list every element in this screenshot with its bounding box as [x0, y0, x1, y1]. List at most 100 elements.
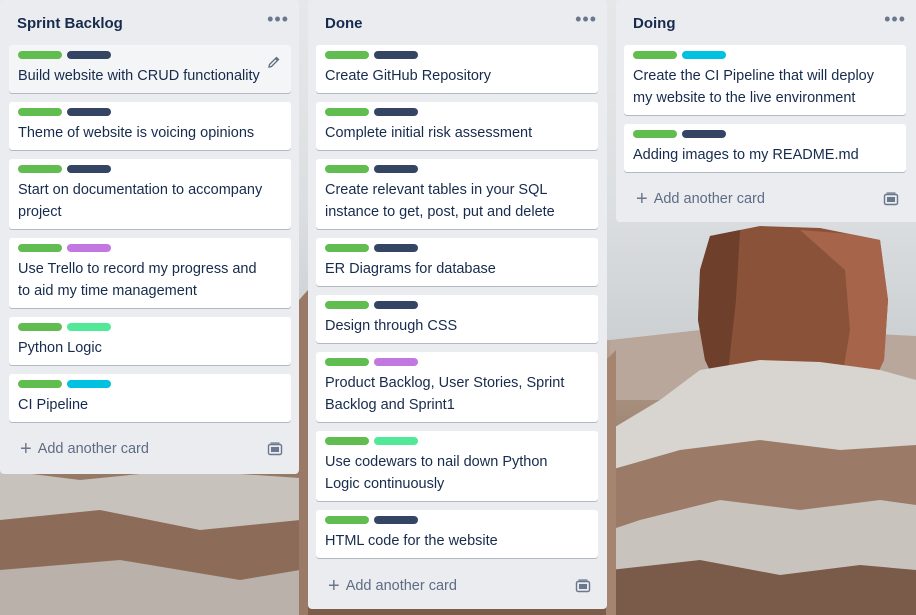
card-labels [18, 108, 283, 116]
card[interactable]: Theme of website is voicing opinions [9, 102, 291, 150]
label-green[interactable] [325, 358, 369, 366]
card[interactable]: Complete initial risk assessment [316, 102, 598, 150]
card-labels [325, 437, 590, 445]
label-mint[interactable] [374, 437, 418, 445]
list-header: Doing ••• [624, 0, 908, 46]
card-title: Build website with CRUD functionality [18, 68, 260, 84]
card[interactable]: Build website with CRUD functionality [9, 45, 291, 93]
add-card-button[interactable]: + Add another card [624, 182, 864, 216]
card[interactable]: Use Trello to record my progress and to … [9, 238, 291, 308]
card-title-line2: instance to get, post, put and delete [325, 204, 555, 220]
card-title-line2: to aid my time management [18, 283, 197, 299]
card-labels [633, 51, 898, 59]
card-labels [325, 108, 590, 116]
card-title: ER Diagrams for database [325, 261, 496, 277]
card[interactable]: Create GitHub Repository [316, 45, 598, 93]
card[interactable]: HTML code for the website [316, 510, 598, 558]
label-navy[interactable] [67, 51, 111, 59]
card[interactable]: Design through CSS [316, 295, 598, 343]
card-labels [325, 301, 590, 309]
label-green[interactable] [633, 130, 677, 138]
card[interactable]: Start on documentation to accompany proj… [9, 159, 291, 229]
card-title: CI Pipeline [18, 397, 89, 413]
list-header: Done ••• [316, 0, 599, 46]
list-done: Done ••• Create GitHub Repository Comple… [308, 0, 607, 609]
label-green[interactable] [325, 165, 369, 173]
add-card-label: Add another card [653, 191, 765, 207]
label-purple[interactable] [67, 244, 111, 252]
label-purple[interactable] [374, 358, 418, 366]
label-green[interactable] [325, 51, 369, 59]
card-template-icon[interactable] [575, 579, 591, 593]
label-green[interactable] [18, 380, 62, 388]
label-navy[interactable] [67, 108, 111, 116]
list-menu-button[interactable]: ••• [884, 10, 906, 32]
label-green[interactable] [325, 516, 369, 524]
label-green[interactable] [325, 244, 369, 252]
list-title[interactable]: Doing [633, 15, 676, 32]
label-green[interactable] [18, 323, 62, 331]
label-navy[interactable] [374, 516, 418, 524]
card[interactable]: Use codewars to nail down Python Logic c… [316, 431, 598, 501]
card-title: Create the CI Pipeline that will deploy [633, 68, 874, 84]
list-menu-button[interactable]: ••• [267, 10, 289, 32]
card-template-icon[interactable] [883, 192, 899, 206]
label-navy[interactable] [374, 51, 418, 59]
card-title: Use codewars to nail down Python [325, 454, 548, 470]
card-template-icon[interactable] [267, 442, 283, 456]
add-card-label: Add another card [37, 441, 149, 457]
card[interactable]: Product Backlog, User Stories, Sprint Ba… [316, 352, 598, 422]
list-header: Sprint Backlog ••• [8, 0, 291, 46]
card-title-line2: Backlog and Sprint1 [325, 397, 455, 413]
add-card-button[interactable]: + Add another card [8, 432, 248, 466]
add-card-button[interactable]: + Add another card [316, 569, 556, 603]
card-labels [18, 323, 283, 331]
card-labels [18, 380, 283, 388]
label-navy[interactable] [374, 244, 418, 252]
card-title: Start on documentation to accompany [18, 182, 263, 198]
card-title: Use Trello to record my progress and [18, 261, 257, 277]
card-title: Adding images to my README.md [633, 147, 859, 163]
card-labels [325, 516, 590, 524]
label-navy[interactable] [682, 130, 726, 138]
label-green[interactable] [325, 437, 369, 445]
label-green[interactable] [18, 165, 62, 173]
card-title: Create relevant tables in your SQL [325, 182, 548, 198]
label-green[interactable] [18, 108, 62, 116]
card[interactable]: ER Diagrams for database [316, 238, 598, 286]
label-sky[interactable] [67, 380, 111, 388]
card-labels [18, 165, 283, 173]
pencil-edit-icon[interactable] [267, 55, 281, 69]
label-navy[interactable] [67, 165, 111, 173]
card[interactable]: CI Pipeline [9, 374, 291, 422]
card[interactable]: Python Logic [9, 317, 291, 365]
list-doing: Doing ••• Create the CI Pipeline that wi… [616, 0, 916, 222]
card-title: Create GitHub Repository [325, 68, 492, 84]
plus-icon: + [20, 438, 32, 460]
card-title: Python Logic [18, 340, 102, 356]
card-labels [325, 165, 590, 173]
label-green[interactable] [325, 108, 369, 116]
card-labels [18, 244, 283, 252]
label-green[interactable] [633, 51, 677, 59]
label-green[interactable] [18, 244, 62, 252]
list-title[interactable]: Done [325, 15, 363, 32]
label-sky[interactable] [682, 51, 726, 59]
list-menu-button[interactable]: ••• [575, 10, 597, 32]
label-navy[interactable] [374, 165, 418, 173]
card-title-line2: Logic continuously [325, 476, 445, 492]
label-mint[interactable] [67, 323, 111, 331]
card-title-line2: project [18, 204, 62, 220]
card-title: Theme of website is voicing opinions [18, 125, 255, 141]
card-labels [18, 51, 283, 59]
label-green[interactable] [18, 51, 62, 59]
card[interactable]: Create relevant tables in your SQL insta… [316, 159, 598, 229]
label-navy[interactable] [374, 301, 418, 309]
card[interactable]: Create the CI Pipeline that will deploy … [624, 45, 906, 115]
list-title[interactable]: Sprint Backlog [17, 15, 123, 32]
plus-icon: + [328, 575, 340, 597]
add-card-label: Add another card [345, 578, 457, 594]
label-navy[interactable] [374, 108, 418, 116]
card[interactable]: Adding images to my README.md [624, 124, 906, 172]
label-green[interactable] [325, 301, 369, 309]
